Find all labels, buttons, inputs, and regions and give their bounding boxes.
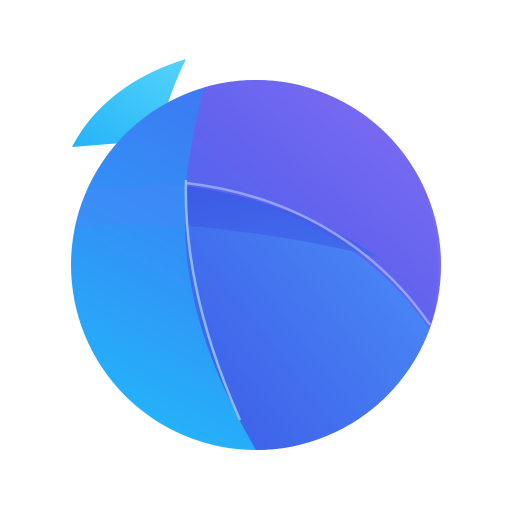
logo-left-highlight [71, 184, 186, 230]
split-sphere-logo-icon [71, 59, 441, 450]
app-icon-canvas [0, 0, 512, 512]
